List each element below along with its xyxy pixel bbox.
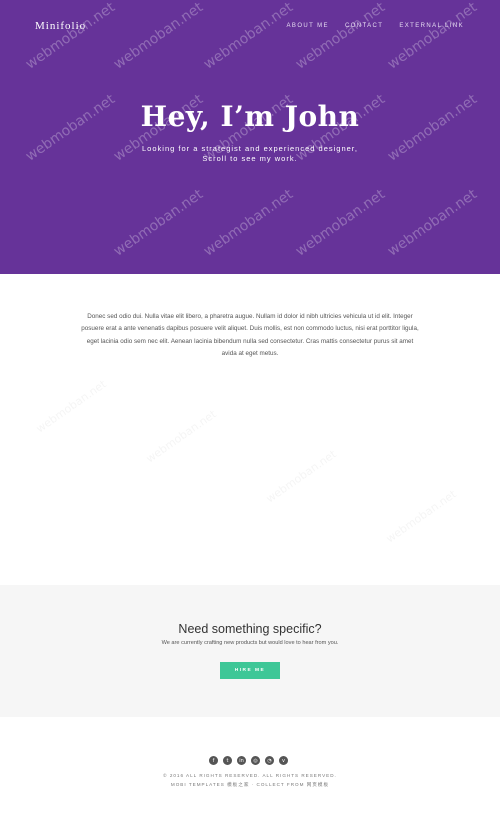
copyright-text: © 2016 ALL RIGHTS RESERVED. ALL RIGHTS R… — [163, 773, 337, 778]
watermark: webmoban.net — [144, 408, 219, 466]
watermark: webmoban.net — [384, 488, 459, 546]
footer: f t in ◎ ◔ v © 2016 ALL RIGHTS RESERVED.… — [0, 717, 500, 824]
hero-section: Minifolio ABOUT ME CONTACT EXTERNAL LINK… — [0, 0, 500, 274]
hero-title: Hey, I’m John — [140, 100, 360, 133]
watermark: webmoban.net — [110, 0, 207, 73]
social-links: f t in ◎ ◔ v — [209, 756, 288, 765]
twitter-icon[interactable]: t — [223, 756, 232, 765]
rss-icon[interactable]: ◔ — [265, 756, 274, 765]
cta-title: Need something specific? — [178, 622, 322, 636]
intro-paragraph: Donec sed odio dui. Nulla vitae elit lib… — [81, 313, 419, 358]
watermark: webmoban.net — [200, 0, 297, 73]
watermark: webmoban.net — [34, 378, 109, 436]
cta-section: Need something specific? We are currentl… — [0, 585, 500, 717]
watermark: webmoban.net — [384, 186, 481, 260]
hero-subtitle: Looking for a strategist and experienced… — [0, 144, 500, 164]
facebook-icon[interactable]: f — [209, 756, 218, 765]
watermark: webmoban.net — [22, 0, 119, 73]
watermark: webmoban.net — [384, 0, 481, 73]
watermark: webmoban.net — [200, 186, 297, 260]
hire-me-button[interactable]: HIRE ME — [220, 662, 280, 679]
watermark: webmoban.net — [292, 186, 389, 260]
vimeo-icon[interactable]: v — [279, 756, 288, 765]
watermark: webmoban.net — [264, 448, 339, 506]
watermark: webmoban.net — [292, 0, 389, 73]
hero-subtitle-line: Looking for a strategist and experienced… — [142, 144, 358, 153]
cta-text: We are currently crafting new products b… — [161, 640, 339, 646]
watermark: webmoban.net — [110, 186, 207, 260]
dribbble-icon[interactable]: ◎ — [251, 756, 260, 765]
hero-subtitle-line: Scroll to see my work. — [202, 154, 298, 163]
nav-about-me[interactable]: ABOUT ME — [287, 23, 329, 29]
footer-copyright: © 2016 ALL RIGHTS RESERVED. ALL RIGHTS R… — [0, 771, 500, 789]
linkedin-icon[interactable]: in — [237, 756, 246, 765]
credit-text[interactable]: MOBI TEMPLATES 模板之家 · COLLECT FROM 网页模板 — [0, 780, 500, 789]
